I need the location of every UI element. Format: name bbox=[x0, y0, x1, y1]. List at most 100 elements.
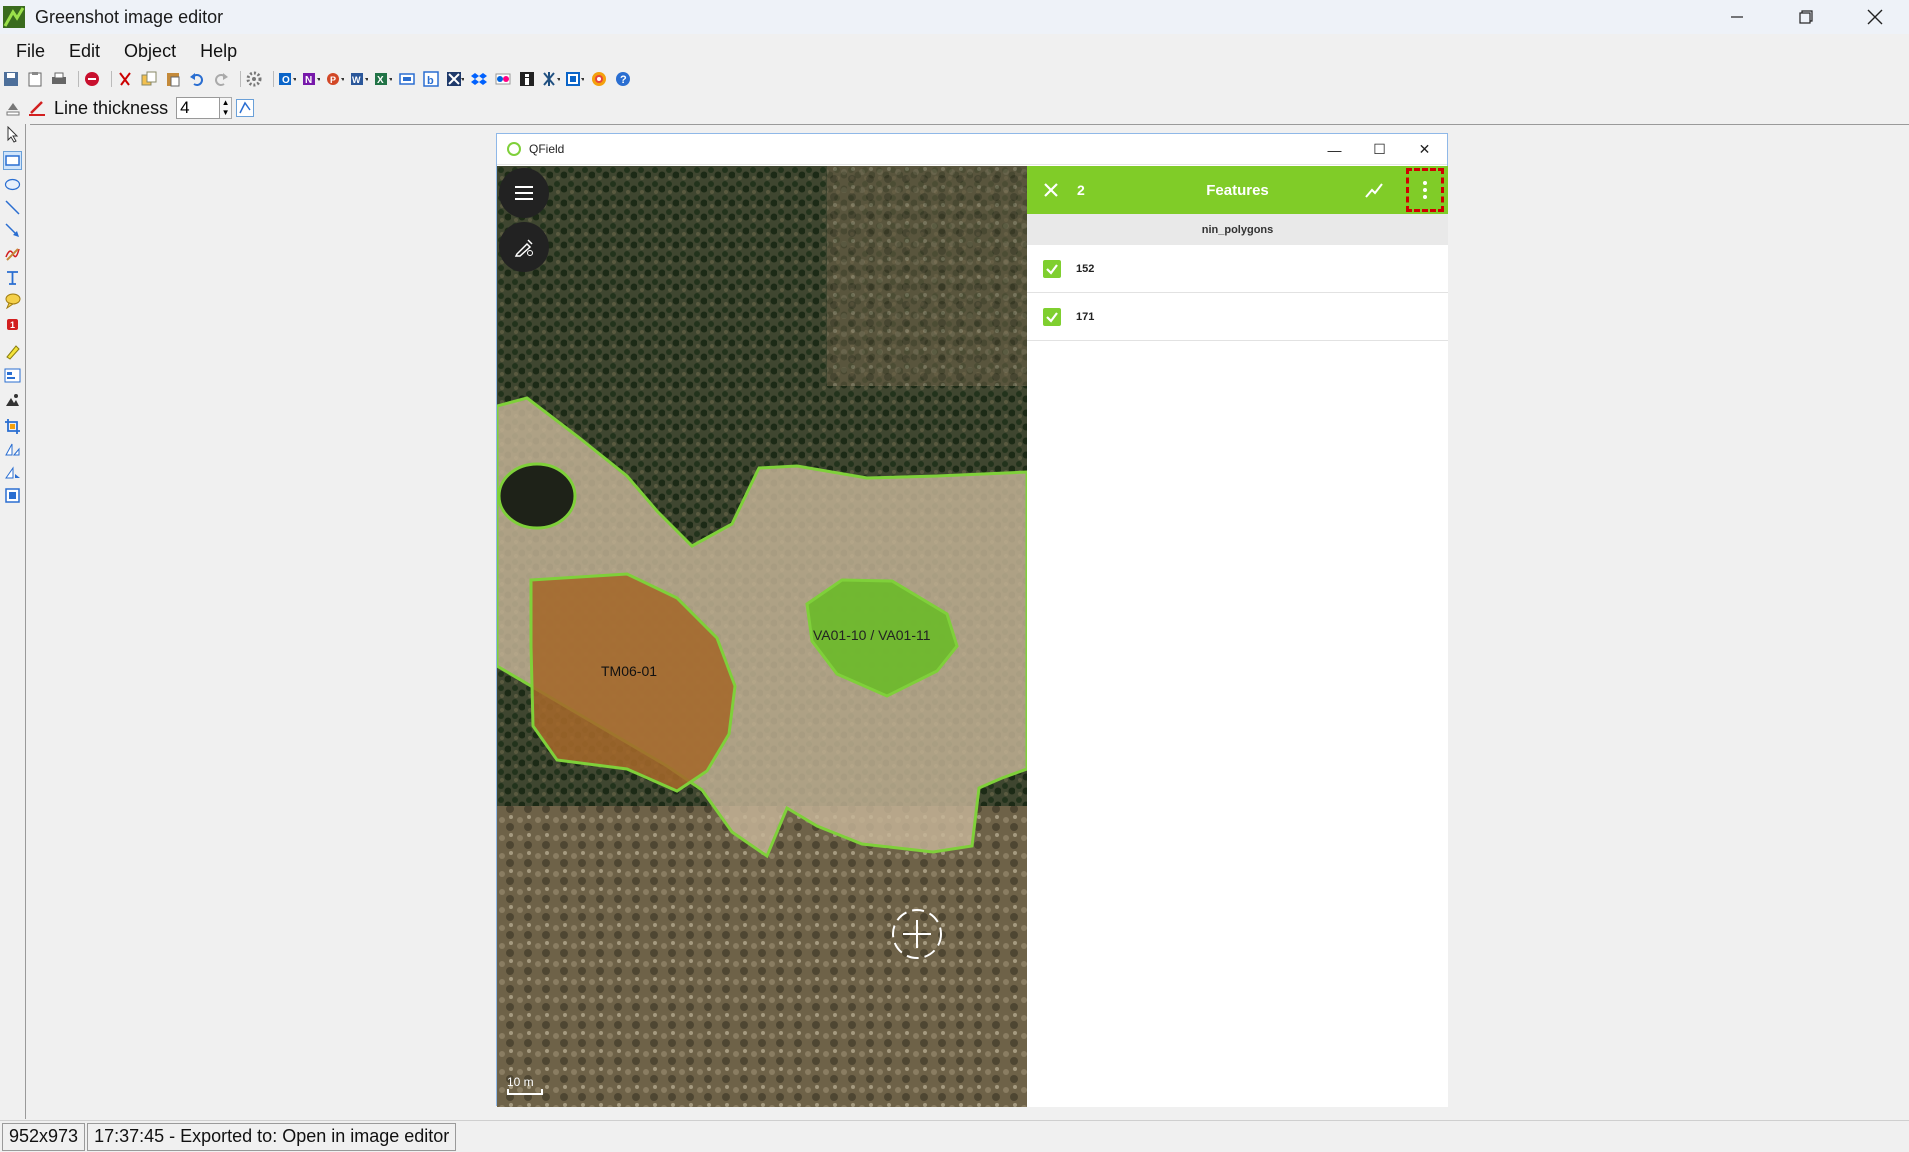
freehand-tool-icon[interactable] bbox=[4, 245, 21, 262]
powerpoint-icon[interactable]: P bbox=[326, 70, 344, 88]
redo-icon[interactable] bbox=[212, 70, 230, 88]
shadow-toggle-icon[interactable] bbox=[236, 99, 255, 117]
feature-row[interactable]: 171 bbox=[1027, 293, 1448, 341]
picasa-icon[interactable] bbox=[590, 70, 608, 88]
excel-icon[interactable]: X bbox=[374, 70, 392, 88]
box-icon[interactable]: b bbox=[422, 70, 440, 88]
qfield-maximize-button[interactable]: ☐ bbox=[1357, 134, 1402, 165]
image-tool-icon[interactable] bbox=[4, 392, 21, 409]
status-bar: 952x973 17:37:45 - Exported to: Open in … bbox=[0, 1120, 1909, 1152]
line-thickness-input[interactable]: 4 bbox=[176, 97, 221, 119]
help-icon[interactable]: ? bbox=[614, 70, 632, 88]
svg-text:N: N bbox=[305, 75, 312, 86]
qfield-logo-icon bbox=[507, 142, 521, 156]
arrow-tool-icon[interactable] bbox=[4, 222, 21, 239]
outlook-icon[interactable]: O bbox=[278, 70, 296, 88]
onenote-icon[interactable]: N bbox=[302, 70, 320, 88]
save-icon[interactable] bbox=[2, 70, 20, 88]
close-button[interactable] bbox=[1840, 0, 1909, 34]
map-canvas[interactable]: TM06-01 VA01-10 / VA01-11 10 m bbox=[497, 166, 1027, 1107]
word-icon[interactable]: W bbox=[350, 70, 368, 88]
close-features-icon[interactable] bbox=[1043, 182, 1059, 198]
drawing-tools-strip: 1 bbox=[0, 124, 26, 1119]
fill-color-icon[interactable] bbox=[4, 99, 22, 117]
minimize-button[interactable] bbox=[1702, 0, 1771, 34]
monitor-icon[interactable] bbox=[398, 70, 416, 88]
settings-icon[interactable] bbox=[245, 70, 263, 88]
feature-label: 171 bbox=[1076, 310, 1095, 323]
qfield-title: QField bbox=[529, 142, 565, 156]
menu-object[interactable]: Object bbox=[108, 41, 184, 62]
svg-text:X: X bbox=[377, 75, 384, 86]
menu-file[interactable]: File bbox=[0, 41, 53, 62]
graph-icon[interactable] bbox=[1364, 180, 1384, 200]
highlight-tool-icon[interactable] bbox=[4, 343, 21, 360]
restore-button[interactable] bbox=[1771, 0, 1840, 34]
qfield-minimize-button[interactable]: — bbox=[1312, 134, 1357, 165]
title-bar: Greenshot image editor bbox=[0, 0, 1909, 34]
features-title: Features bbox=[1206, 181, 1269, 199]
clipboard-icon[interactable] bbox=[26, 70, 44, 88]
scale-label: 10 m bbox=[507, 1075, 534, 1089]
features-header: 2 Features bbox=[1027, 166, 1448, 214]
undo-icon[interactable] bbox=[188, 70, 206, 88]
greenshot-logo-icon bbox=[3, 6, 25, 28]
obfuscate-tool-icon[interactable] bbox=[4, 367, 21, 384]
resize-tool-icon[interactable] bbox=[4, 487, 21, 504]
line-thickness-spinner[interactable]: ▲ ▼ bbox=[220, 97, 233, 119]
image-size: 952x973 bbox=[2, 1122, 86, 1151]
svg-text:?: ? bbox=[620, 74, 627, 86]
flickr-icon[interactable] bbox=[494, 70, 512, 88]
feature-count: 2 bbox=[1077, 182, 1085, 198]
feature-row[interactable]: 152 bbox=[1027, 245, 1448, 293]
layer-name: nin_polygons bbox=[1027, 214, 1448, 245]
feature-label: 152 bbox=[1076, 262, 1095, 275]
line-color-icon[interactable] bbox=[28, 99, 46, 117]
crop-tool-icon[interactable] bbox=[4, 418, 21, 435]
window-title: Greenshot image editor bbox=[35, 6, 224, 27]
svg-text:1: 1 bbox=[10, 320, 15, 330]
menu-help[interactable]: Help bbox=[184, 41, 245, 62]
cursor-tool-icon[interactable] bbox=[4, 125, 21, 143]
imgur-icon[interactable] bbox=[518, 70, 536, 88]
rotate-tool-icon[interactable] bbox=[4, 441, 21, 458]
status-message: 17:37:45 - Exported to: Open in image ed… bbox=[87, 1122, 457, 1151]
svg-text:P: P bbox=[330, 75, 336, 85]
svg-text:b: b bbox=[427, 75, 434, 87]
qfield-window: QField — ☐ ✕ TM06-01 VA01-10 / VA01-11 1… bbox=[496, 133, 1448, 1107]
copy-icon[interactable] bbox=[140, 70, 158, 88]
scale-bar: 10 m bbox=[507, 1075, 543, 1095]
line-thickness-label: Line thickness bbox=[54, 97, 169, 118]
properties-toolbar: Line thickness 4 ▲ ▼ bbox=[0, 95, 260, 121]
line-tool-icon[interactable] bbox=[4, 199, 21, 216]
qfield-title-bar: QField — ☐ ✕ bbox=[497, 134, 1447, 165]
flip-tool-icon[interactable] bbox=[4, 464, 21, 481]
rectangle-tool-icon[interactable] bbox=[3, 151, 22, 170]
menu-edit[interactable]: Edit bbox=[53, 41, 108, 62]
va-polygon-label: VA01-10 / VA01-11 bbox=[813, 627, 931, 643]
confluence-icon[interactable] bbox=[446, 70, 464, 88]
digitize-button[interactable] bbox=[499, 222, 549, 272]
qfield-close-button[interactable]: ✕ bbox=[1402, 134, 1447, 165]
print-icon[interactable] bbox=[50, 70, 68, 88]
dropbox-icon[interactable] bbox=[470, 70, 488, 88]
close-icon[interactable] bbox=[83, 70, 101, 88]
features-panel: 2 Features nin_polygons 152 171 bbox=[1027, 166, 1448, 1107]
main-toolbar: O N P W X b ? bbox=[0, 67, 1909, 91]
paste-icon[interactable] bbox=[164, 70, 182, 88]
main-menu-button[interactable] bbox=[499, 168, 549, 218]
menu-bar: File Edit Object Help bbox=[0, 38, 245, 64]
counter-tool-icon[interactable]: 1 bbox=[4, 316, 21, 333]
checkbox-checked-icon[interactable] bbox=[1043, 259, 1061, 278]
speech-bubble-tool-icon[interactable] bbox=[4, 292, 21, 310]
cut-icon[interactable] bbox=[116, 70, 134, 88]
more-options-button[interactable] bbox=[1406, 168, 1444, 212]
svg-text:W: W bbox=[352, 75, 361, 85]
jira-icon[interactable] bbox=[542, 70, 560, 88]
tm-polygon-label: TM06-01 bbox=[601, 663, 657, 679]
svg-text:O: O bbox=[282, 75, 290, 86]
ellipse-tool-icon[interactable] bbox=[4, 176, 21, 193]
checkbox-checked-icon[interactable] bbox=[1043, 307, 1061, 326]
text-tool-icon[interactable] bbox=[4, 269, 21, 286]
photobucket-icon[interactable] bbox=[566, 70, 584, 88]
